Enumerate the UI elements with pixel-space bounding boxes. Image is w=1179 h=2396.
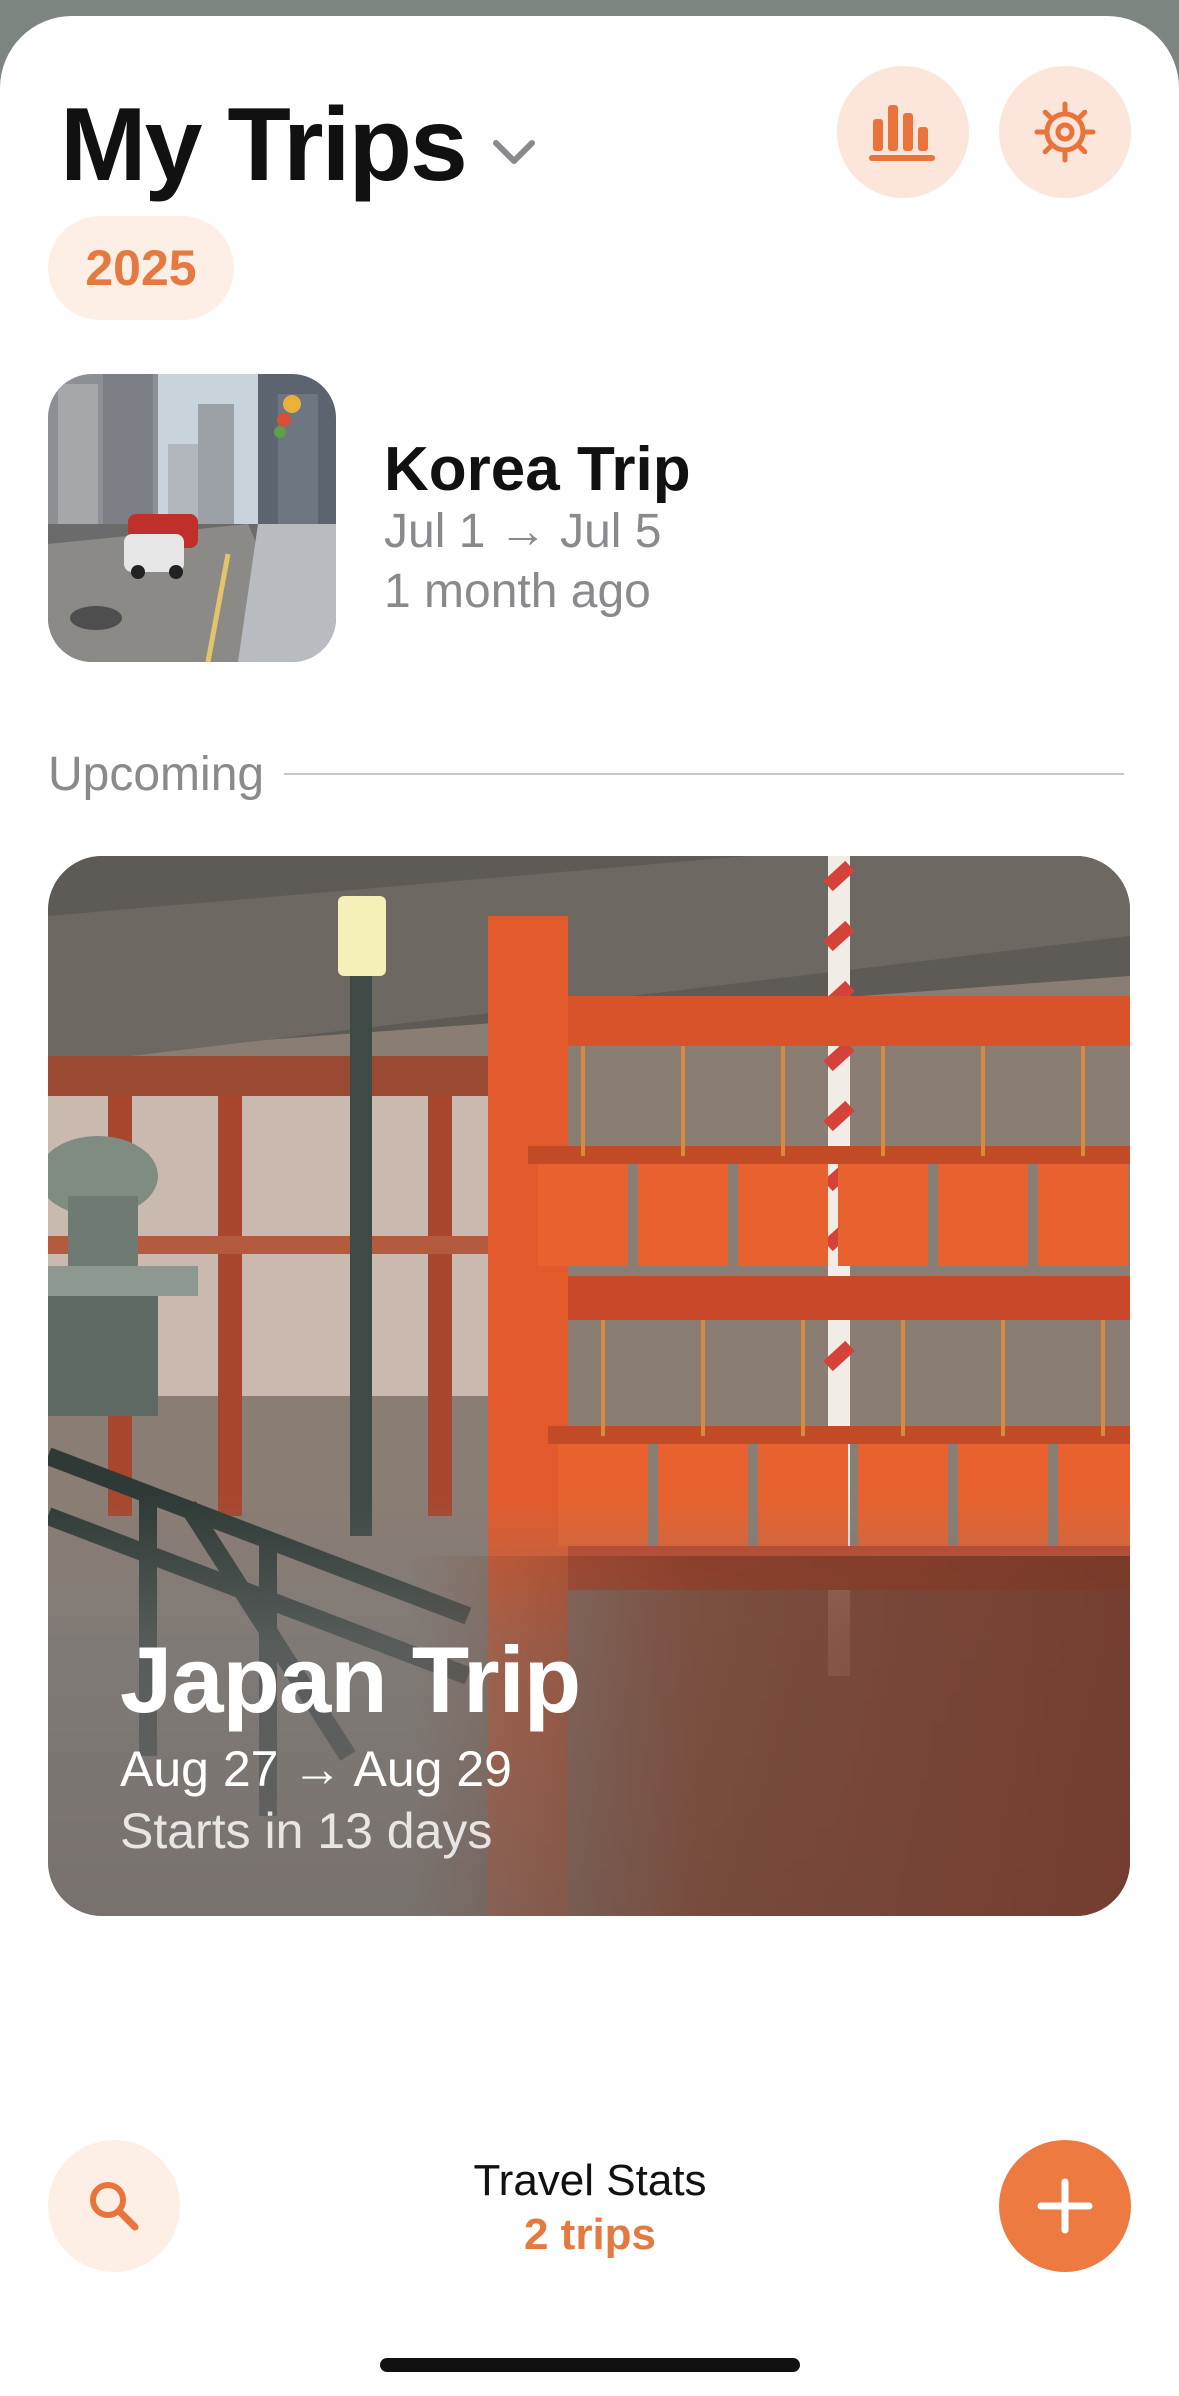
home-indicator[interactable] (380, 2358, 800, 2372)
trip-name: Japan Trip (120, 1627, 581, 1732)
trip-countdown: Starts in 13 days (120, 1803, 493, 1859)
upcoming-section-header: Upcoming (48, 744, 1124, 804)
trip-dates: Jul 1 → Jul 5 (384, 505, 662, 558)
travel-stats-summary[interactable]: Travel Stats 2 trips (390, 2154, 790, 2262)
stats-button[interactable] (837, 66, 969, 198)
section-label: Upcoming (48, 747, 265, 801)
trip-relative-time: 1 month ago (384, 565, 651, 618)
settings-button[interactable] (999, 66, 1131, 198)
bar-chart-icon (869, 105, 935, 161)
section-divider (284, 773, 1124, 775)
search-icon (90, 2182, 139, 2231)
add-trip-button[interactable] (999, 2140, 1131, 2272)
trip-count: 2 trips (523, 2210, 657, 2259)
stats-title: Travel Stats (473, 2156, 707, 2205)
trip-thumbnail (48, 374, 336, 662)
chevron-down-icon (492, 140, 535, 164)
trip-dates: Aug 27 → Aug 29 (120, 1741, 512, 1797)
page-title: My Trips (60, 86, 468, 203)
title-menu[interactable]: My Trips (60, 80, 540, 210)
trip-card-japan[interactable]: Japan Trip Aug 27 → Aug 29 Starts in 13 … (48, 856, 1130, 1916)
search-button[interactable] (48, 2140, 180, 2272)
city-street-photo (48, 374, 336, 662)
trip-card-korea[interactable]: Korea Trip Jul 1 → Jul 5 1 month ago (48, 374, 1128, 664)
trip-name: Korea Trip (384, 435, 691, 504)
gear-icon (1034, 101, 1096, 163)
plus-icon (1037, 2178, 1093, 2234)
year-filter-pill[interactable]: 2025 (48, 216, 234, 320)
card-tint-overlay (410, 1556, 1130, 1916)
trips-screen: My Trips 2025 Korea Trip Jul 1 → Jul 5 1… (0, 16, 1179, 2396)
